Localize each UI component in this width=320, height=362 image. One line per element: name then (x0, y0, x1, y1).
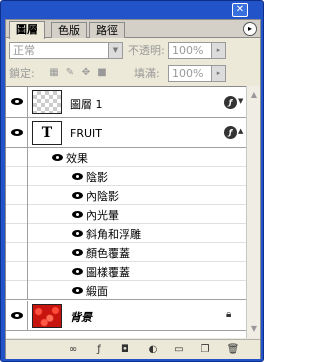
fill-value: 100% (172, 67, 204, 80)
effects-eye-column (6, 262, 28, 281)
lock-move-icon[interactable]: ✥ (80, 67, 92, 79)
chevron-down-icon: ▼ (108, 43, 122, 58)
eye-icon (11, 129, 23, 136)
eye-icon (11, 312, 23, 319)
blend-mode-select[interactable]: 正常 ▼ (9, 42, 123, 59)
layer-thumbnail (32, 90, 62, 114)
layer-name: 圖層 1 (70, 98, 103, 111)
layer-name: FRUIT (70, 127, 102, 140)
fx-icon[interactable]: ƒ (224, 96, 237, 109)
effect-label: 圖樣覆蓋 (86, 266, 130, 279)
tab-layers[interactable]: 圖層 (9, 21, 45, 39)
lock-row: 鎖定: ▦ ✎ ✥ ■ 填滿: 100% ▸ (6, 64, 260, 86)
trash-icon[interactable]: 🗑︎ (226, 344, 240, 356)
effects-eye-column (6, 224, 28, 243)
effects-header-row[interactable]: 效果 (6, 148, 246, 167)
folder-icon[interactable]: ▭ (172, 344, 186, 356)
link-icon[interactable]: ∞ (66, 344, 80, 356)
effect-row[interactable]: 陰影 (6, 167, 246, 186)
effects-eye-column (6, 243, 28, 262)
eye-icon[interactable] (72, 287, 83, 294)
visibility-toggle[interactable] (6, 301, 28, 330)
panel-menu-icon[interactable]: ▸ (243, 22, 257, 36)
effect-row[interactable]: 顏色覆蓋 (6, 243, 246, 262)
visibility-toggle[interactable] (6, 118, 28, 147)
scrollbar[interactable]: ▲ ▼ (246, 86, 260, 338)
effect-row[interactable]: 斜角和浮雕 (6, 224, 246, 243)
effect-label: 內陰影 (86, 190, 119, 203)
blend-mode-value: 正常 (13, 44, 35, 57)
layers-list: 圖層 1 ƒ ▼ T FRUIT ƒ ▲ 效果 陰影 內陰影 內光暈 斜角和浮雕… (6, 86, 246, 338)
lock-brush-icon[interactable]: ✎ (64, 67, 76, 79)
new-layer-icon[interactable]: ❐ (198, 344, 212, 356)
slider-arrow-icon: ▸ (211, 66, 225, 81)
effect-row[interactable]: 內光暈 (6, 205, 246, 224)
lock-icon: 🔒︎ (226, 309, 232, 320)
eye-icon[interactable] (72, 249, 83, 256)
eye-icon[interactable] (52, 154, 63, 161)
effects-eye-column (6, 167, 28, 186)
layer-row-background[interactable]: 背景 🔒︎ (6, 301, 246, 331)
layer-thumbnail (32, 304, 62, 328)
collapse-arrow-icon[interactable]: ▲ (238, 127, 243, 135)
adjustment-icon[interactable]: ◐ (146, 344, 160, 356)
close-button[interactable]: ✕ (232, 3, 248, 17)
fill-field[interactable]: 100% ▸ (168, 65, 226, 82)
opacity-value: 100% (172, 44, 204, 57)
effect-label: 陰影 (86, 171, 108, 184)
fx-icon[interactable]: ƒ (224, 126, 237, 139)
effect-row[interactable]: 內陰影 (6, 186, 246, 205)
effect-row[interactable]: 圖樣覆蓋 (6, 262, 246, 281)
eye-icon[interactable] (72, 230, 83, 237)
effect-row[interactable]: 緞面 (6, 281, 246, 300)
effects-label: 效果 (66, 152, 88, 165)
effect-label: 內光暈 (86, 209, 119, 222)
layer-row-layer1[interactable]: 圖層 1 ƒ ▼ (6, 87, 246, 118)
layer-row-fruit[interactable]: T FRUIT ƒ ▲ (6, 118, 246, 148)
expand-arrow-icon[interactable]: ▼ (238, 97, 243, 105)
tab-bar: 圖層 色版 路徑 ▸ (6, 20, 260, 39)
text-layer-thumbnail: T (32, 121, 62, 145)
bottom-toolbar: ∞ ƒ ◘ ◐ ▭ ❐ 🗑︎ (6, 339, 260, 359)
effect-label: 緞面 (86, 285, 108, 298)
eye-icon[interactable] (72, 268, 83, 275)
lock-all-icon[interactable]: ■ (96, 67, 108, 79)
visibility-toggle[interactable] (6, 87, 28, 117)
slider-arrow-icon: ▸ (211, 43, 225, 58)
tab-channels[interactable]: 色版 (51, 22, 87, 38)
effects-eye-column (6, 281, 28, 300)
layer-name: 背景 (70, 311, 92, 324)
eye-icon[interactable] (72, 192, 83, 199)
effects-eye-column (6, 148, 28, 167)
opacity-label: 不透明: (128, 44, 165, 57)
eye-icon (11, 98, 23, 105)
scroll-up-icon[interactable]: ▲ (249, 90, 259, 100)
effects-eye-column (6, 186, 28, 205)
tab-paths[interactable]: 路徑 (89, 22, 125, 38)
eye-icon[interactable] (72, 211, 83, 218)
mask-icon[interactable]: ◘ (118, 344, 132, 356)
palette-window: ✕ 圖層 色版 路徑 ▸ 正常 ▼ 不透明: 100% ▸ 鎖定: ▦ ✎ ✥ … (0, 0, 264, 362)
opacity-field[interactable]: 100% ▸ (168, 42, 226, 59)
fill-label: 填滿: (134, 67, 160, 80)
effect-label: 顏色覆蓋 (86, 247, 130, 260)
effect-label: 斜角和浮雕 (86, 228, 141, 241)
lock-label: 鎖定: (9, 67, 35, 80)
scroll-down-icon[interactable]: ▼ (249, 324, 259, 334)
blend-row: 正常 ▼ 不透明: 100% ▸ (6, 40, 260, 62)
eye-icon[interactable] (72, 173, 83, 180)
layers-panel: 圖層 色版 路徑 ▸ 正常 ▼ 不透明: 100% ▸ 鎖定: ▦ ✎ ✥ ■ … (5, 19, 261, 359)
effects-eye-column (6, 205, 28, 224)
fx-icon[interactable]: ƒ (92, 344, 106, 356)
lock-transparent-icon[interactable]: ▦ (48, 67, 60, 79)
